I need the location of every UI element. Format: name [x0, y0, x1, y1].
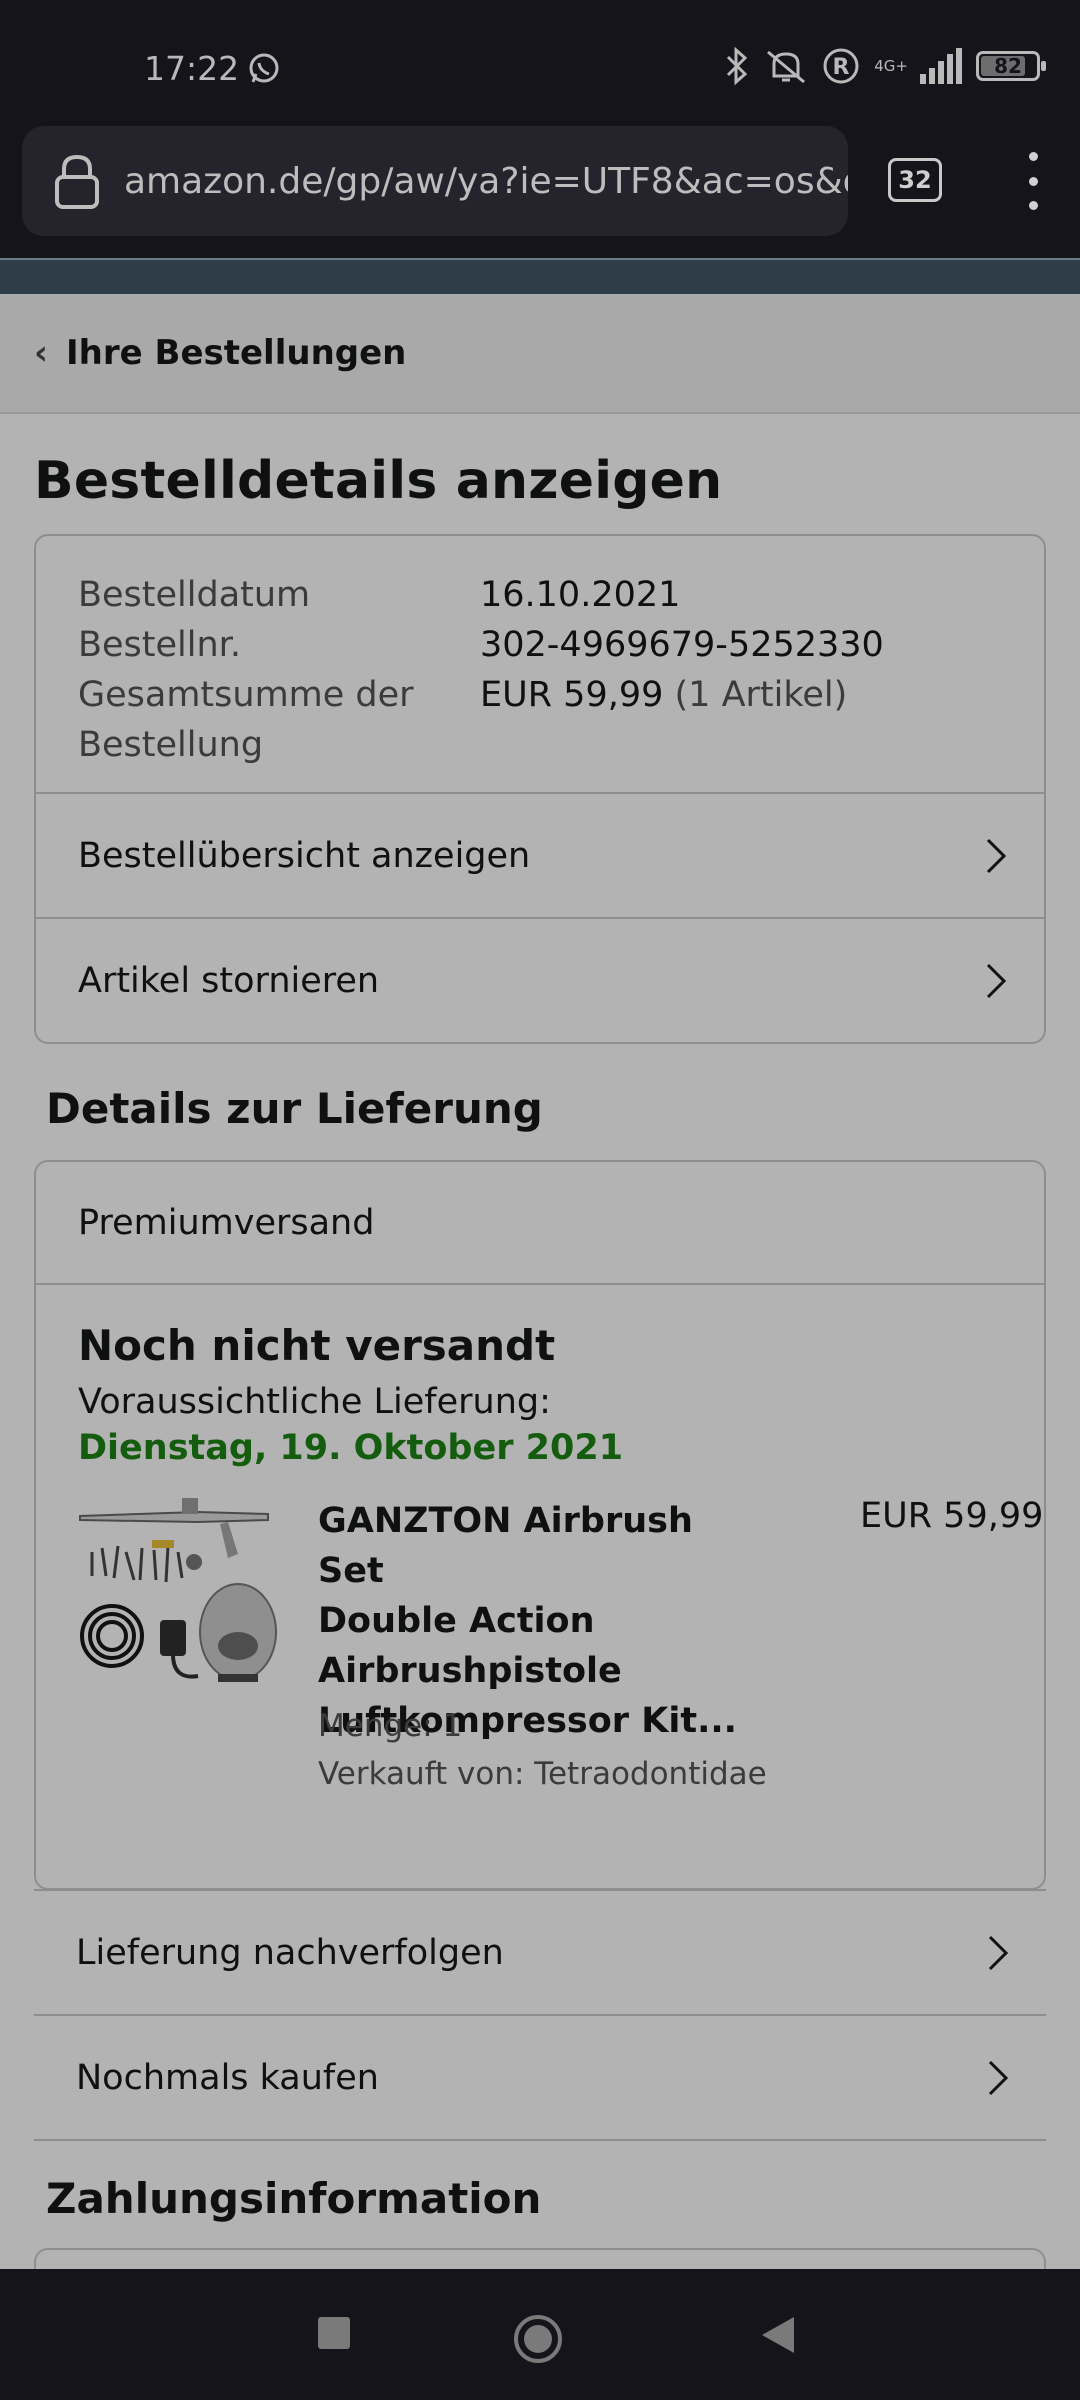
order-date-value: 16.10.2021: [480, 575, 681, 615]
chevron-right-icon: [986, 838, 1007, 873]
network-type: 4G+: [874, 56, 908, 75]
track-delivery-link[interactable]: Lieferung nachverfolgen: [34, 1889, 1046, 2014]
status-bar: 17:22 R 4G+ 82: [0, 0, 1080, 122]
product-title-line[interactable]: GANZTON Airbrush Set: [318, 1501, 693, 1591]
home-button[interactable]: [512, 2313, 564, 2365]
chevron-right-icon: [986, 963, 1007, 998]
site-nav-strip: [0, 258, 1080, 294]
clock: 17:22: [144, 49, 240, 88]
address-bar[interactable]: amazon.de/gp/aw/ya?ie=UTF8&ac=os&oid=: [22, 126, 848, 236]
order-summary-card: Bestelldatum 16.10.2021 Bestellnr. 302-4…: [34, 534, 1046, 1044]
lock-icon[interactable]: [52, 151, 102, 211]
mute-icon: [767, 50, 806, 84]
track-delivery-label[interactable]: Lieferung nachverfolgen: [76, 1933, 504, 1973]
payment-card: [34, 2248, 1046, 2269]
url-text[interactable]: amazon.de/gp/aw/ya?ie=UTF8&ac=os&oid=: [124, 161, 848, 202]
product-title-line[interactable]: Double Action: [318, 1601, 595, 1641]
battery-level: 82: [994, 54, 1022, 78]
divider: [34, 2139, 1046, 2141]
order-total-label-line1: Gesamtsumme der: [78, 675, 414, 715]
browser-toolbar: amazon.de/gp/aw/ya?ie=UTF8&ac=os&oid= 32: [0, 122, 1080, 258]
system-nav-bar: [0, 2269, 1080, 2400]
cancel-items-label[interactable]: Artikel stornieren: [78, 961, 379, 1001]
recents-button[interactable]: [314, 2313, 354, 2353]
cancel-items-link[interactable]: Artikel stornieren: [36, 917, 1044, 1042]
order-number-value: 302-4969679-5252330: [480, 625, 884, 665]
back-button[interactable]: [758, 2313, 798, 2357]
page-title: Bestelldetails anzeigen: [34, 451, 723, 511]
order-item[interactable]: GANZTON Airbrush Set Double Action Airbr…: [78, 1496, 1044, 1796]
order-total-amount: EUR 59,99: [480, 675, 664, 715]
buy-again-label[interactable]: Nochmals kaufen: [76, 2058, 379, 2098]
product-price: EUR 59,99: [860, 1496, 1044, 1536]
tab-switcher-button[interactable]: 32: [888, 158, 942, 202]
chevron-right-icon: [988, 1935, 1009, 1970]
svg-text:R: R: [833, 55, 850, 80]
battery-icon: 82: [976, 51, 1046, 81]
chevron-left-icon: ‹: [34, 333, 49, 373]
eta-date: Dienstag, 19. Oktober 2021: [78, 1428, 624, 1468]
shipping-method: Premiumversand: [36, 1162, 1044, 1285]
registered-icon: R: [823, 48, 859, 84]
order-total-value: EUR 59,99 (1 Artikel): [480, 670, 847, 770]
chevron-right-icon: [988, 2060, 1009, 2095]
eta-label: Voraussichtliche Lieferung:: [78, 1382, 551, 1422]
status-time: 17:22: [144, 49, 281, 89]
view-order-summary-label[interactable]: Bestellübersicht anzeigen: [78, 836, 530, 876]
product-title-line[interactable]: Airbrushpistole: [318, 1651, 622, 1691]
signal-icon: [920, 48, 962, 84]
whatsapp-icon: [249, 53, 279, 83]
bluetooth-icon: [727, 46, 748, 86]
order-total-label-line2: Bestellung: [78, 725, 264, 765]
product-seller: Verkauft von: Tetraodontidae: [318, 1756, 767, 1792]
breadcrumb-label[interactable]: Ihre Bestellungen: [66, 333, 406, 373]
view-order-summary-link[interactable]: Bestellübersicht anzeigen: [36, 792, 1044, 917]
order-info: Bestelldatum 16.10.2021 Bestellnr. 302-4…: [36, 536, 1044, 792]
shipment-status: Noch nicht versandt: [78, 1321, 556, 1370]
order-item-count: (1 Artikel): [674, 675, 848, 715]
breadcrumb[interactable]: ‹ Ihre Bestellungen: [0, 294, 1080, 414]
page-content: ‹ Ihre Bestellungen Bestelldetails anzei…: [0, 294, 1080, 2269]
product-quantity: Menge: 1: [318, 1708, 463, 1744]
product-image[interactable]: [78, 1496, 278, 1686]
browser-menu-icon[interactable]: [1020, 152, 1046, 210]
order-total-label: Gesamtsumme der Bestellung: [78, 670, 480, 770]
buy-again-link[interactable]: Nochmals kaufen: [34, 2014, 1046, 2139]
shipment-card: Premiumversand Noch nicht versandt Vorau…: [34, 1160, 1046, 1890]
order-number-label: Bestellnr.: [78, 625, 241, 665]
delivery-section-title: Details zur Lieferung: [46, 1084, 543, 1133]
payment-section-title: Zahlungsinformation: [46, 2174, 542, 2223]
order-date-label: Bestelldatum: [78, 575, 311, 615]
